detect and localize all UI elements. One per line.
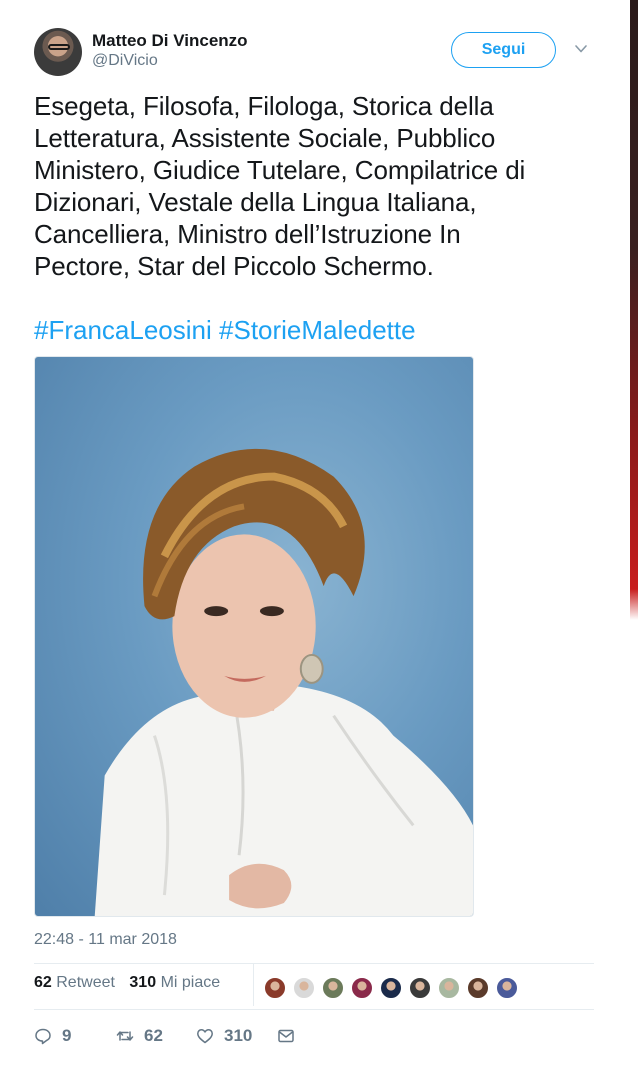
tweet-text-line: Dizionari, Vestale della Lingua Italiana… — [34, 187, 477, 217]
liker-avatar[interactable] — [437, 976, 461, 1000]
divider — [34, 963, 594, 964]
tweet-text-line: Ministero, Giudice Tutelare, Compilatric… — [34, 155, 526, 185]
retweets-label: Retweet — [56, 974, 115, 991]
tweet-photo[interactable] — [34, 356, 474, 917]
reply-button[interactable]: 9 — [34, 1022, 71, 1050]
portrait-image — [94, 448, 473, 916]
retweet-button[interactable]: 62 — [116, 1022, 163, 1050]
stats-separator — [253, 964, 254, 1006]
like-count: 310 — [224, 1026, 253, 1045]
chevron-down-icon[interactable] — [574, 42, 588, 56]
tweet-text-line: Esegeta, Filosofa, Filologa, Storica del… — [34, 91, 494, 121]
likes-stat[interactable]: 310 Mi piace — [129, 974, 220, 992]
likes-label: Mi piace — [160, 974, 221, 991]
background-edge — [630, 0, 638, 620]
reply-icon — [35, 1028, 51, 1045]
liker-avatar[interactable] — [350, 976, 374, 1000]
likes-count: 310 — [129, 974, 157, 991]
message-button[interactable] — [277, 1022, 305, 1050]
avatar-glasses — [48, 44, 70, 50]
liker-avatar[interactable] — [495, 976, 519, 1000]
liker-avatar[interactable] — [379, 976, 403, 1000]
tweet-timestamp[interactable]: 22:48 - 11 mar 2018 — [34, 931, 177, 949]
liker-avatar[interactable] — [466, 976, 490, 1000]
like-button[interactable]: 310 — [196, 1022, 252, 1050]
liker-avatar[interactable] — [408, 976, 432, 1000]
follow-button[interactable]: Segui — [451, 32, 556, 68]
hashtags: #FrancaLeosini #StorieMaledette — [34, 314, 416, 346]
liker-avatar[interactable] — [263, 976, 287, 1000]
tweet-page: Matteo Di Vincenzo @DiVicio Segui Eseget… — [0, 0, 638, 1072]
tweet-text-line: Cancelliera, Ministro dell’Istruzione In — [34, 219, 461, 249]
divider — [34, 1009, 594, 1010]
author-handle[interactable]: @DiVicio — [92, 52, 158, 70]
hashtag-link[interactable]: #FrancaLeosini — [34, 315, 212, 345]
retweet-icon — [116, 1031, 134, 1041]
heart-icon — [197, 1029, 213, 1044]
tweet-stats: 62 Retweet 310 Mi piace — [34, 974, 230, 1000]
tweet-text-line: Letteratura, Assistente Sociale, Pubblic… — [34, 123, 496, 153]
hashtag-link[interactable]: #StorieMaledette — [219, 315, 416, 345]
tweet-text-line: Pectore, Star del Piccolo Schermo. — [34, 251, 434, 281]
tweet-text: Esegeta, Filosofa, Filologa, Storica del… — [34, 90, 594, 282]
liker-avatar[interactable] — [321, 976, 345, 1000]
retweet-count: 62 — [144, 1026, 163, 1045]
message-icon — [278, 1029, 294, 1043]
retweets-count: 62 — [34, 974, 52, 991]
author-name[interactable]: Matteo Di Vincenzo — [92, 31, 248, 51]
retweets-stat[interactable]: 62 Retweet — [34, 974, 115, 992]
reply-count: 9 — [62, 1026, 72, 1045]
avatar[interactable] — [34, 28, 82, 76]
liker-avatar[interactable] — [292, 976, 316, 1000]
